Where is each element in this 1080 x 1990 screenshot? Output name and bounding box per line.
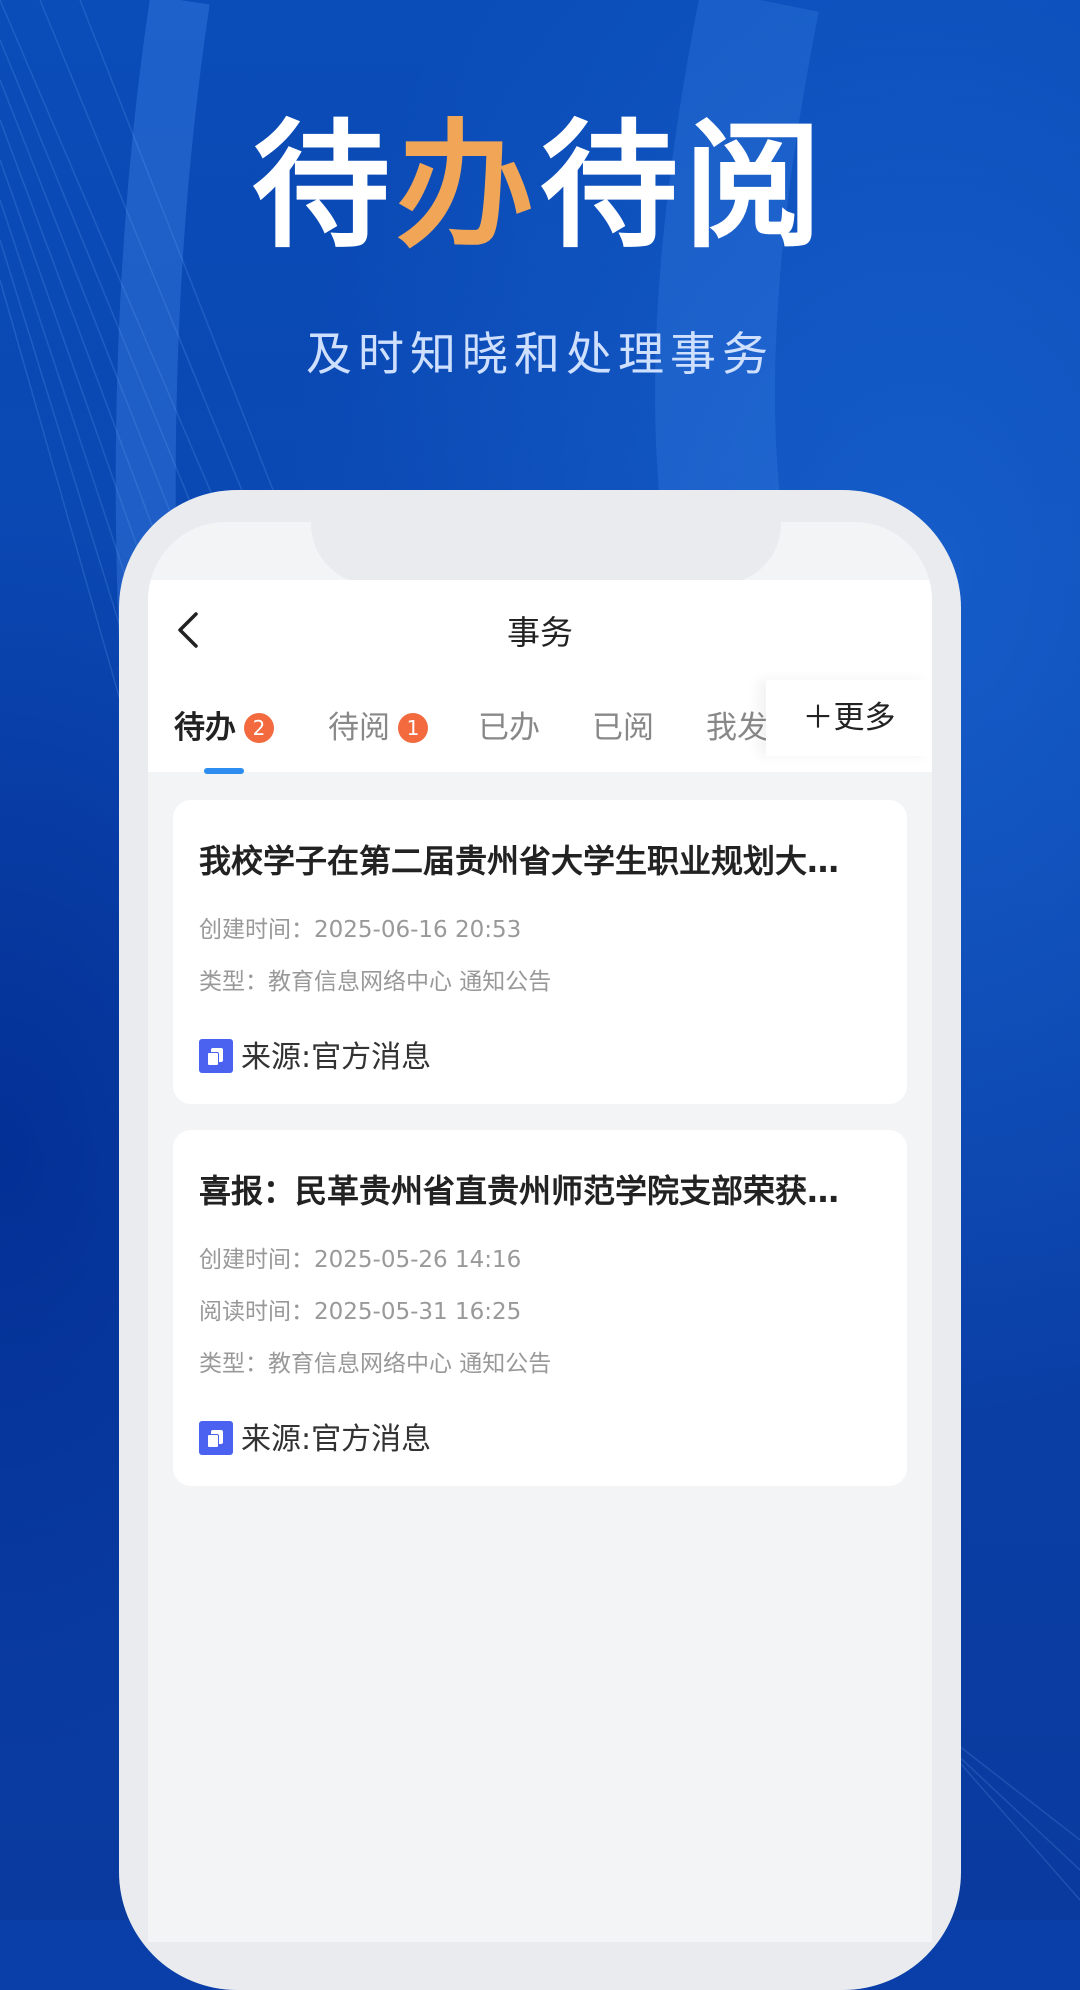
to-read-count-badge: 1 [398, 713, 428, 743]
more-tabs-button[interactable]: ＋更多 [766, 680, 932, 756]
hero-subtitle: 及时知晓和处理事务 [306, 327, 774, 381]
tab-done[interactable]: 已办 [478, 702, 540, 747]
active-tab-indicator [204, 768, 244, 774]
pending-count-badge: 2 [244, 713, 274, 743]
item-type: 类型：教育信息网络中心 通知公告 [199, 969, 552, 995]
item-source: 来源:官方消息 [199, 1414, 431, 1458]
item-read-time: 阅读时间：2025-05-31 16:25 [199, 1299, 522, 1325]
hero-title: 待办待阅 [251, 106, 829, 267]
message-source-icon [199, 1039, 233, 1073]
tab-sent[interactable]: 我发 [706, 702, 768, 747]
item-created-time: 创建时间：2025-05-26 14:16 [199, 1247, 522, 1273]
message-source-icon [199, 1421, 233, 1455]
item-title: 我校学子在第二届贵州省大学生职业规划大… [199, 842, 840, 880]
tab-to-read[interactable]: 待阅 1 [328, 702, 428, 747]
phone-notch [311, 522, 781, 584]
item-type: 类型：教育信息网络中心 通知公告 [199, 1351, 552, 1377]
list-item[interactable]: 我校学子在第二届贵州省大学生职业规划大… 创建时间：2025-06-16 20:… [173, 800, 907, 1104]
tab-read[interactable]: 已阅 [592, 702, 654, 747]
phone-screen: 事务 待办 2 待阅 1 已办 已阅 我发 ＋更多 我校学子在第二届贵州省大学生职业… [148, 522, 932, 1942]
page-title: 事务 [507, 613, 573, 652]
navbar: 事务 [148, 580, 932, 680]
item-title: 喜报：民革贵州省直贵州师范学院支部荣获… [199, 1172, 840, 1210]
list-item[interactable]: 喜报：民革贵州省直贵州师范学院支部荣获… 创建时间：2025-05-26 14:… [173, 1130, 907, 1486]
tab-bar: 待办 2 待阅 1 已办 已阅 我发 ＋更多 [148, 680, 932, 774]
item-created-time: 创建时间：2025-06-16 20:53 [199, 917, 522, 943]
item-source: 来源:官方消息 [199, 1032, 431, 1076]
tab-pending[interactable]: 待办 2 [174, 702, 274, 747]
